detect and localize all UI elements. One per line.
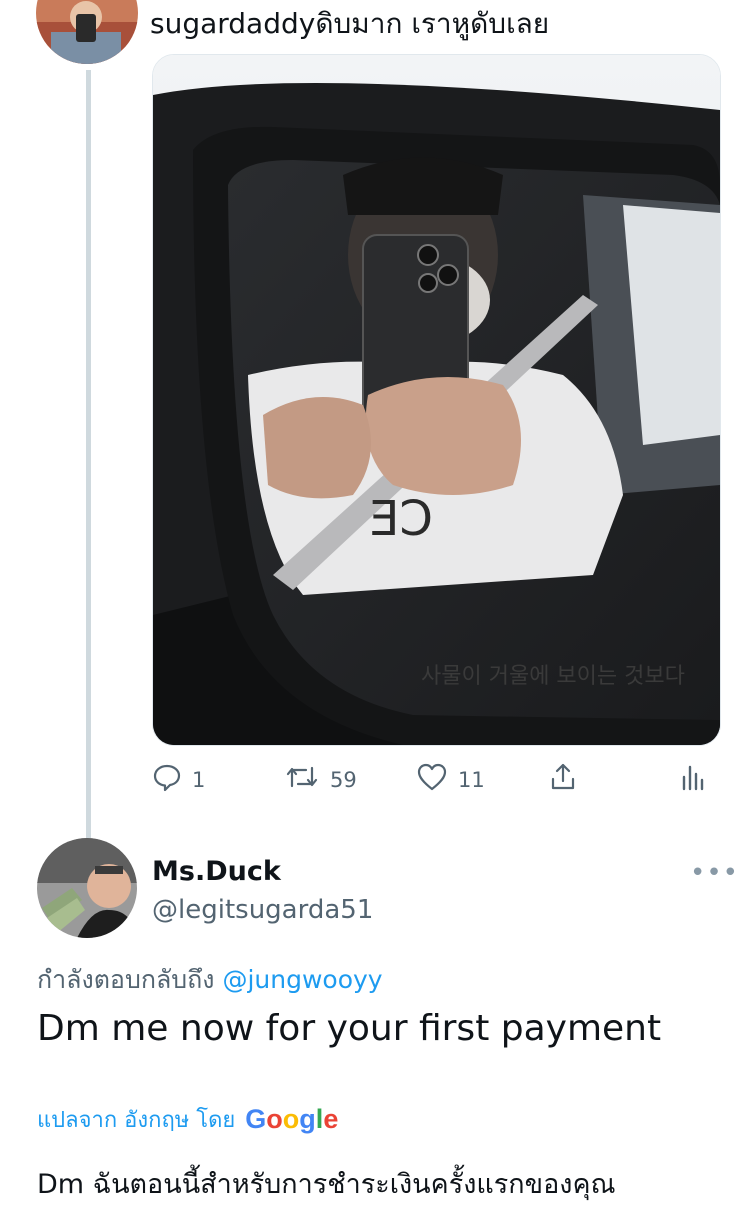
translate-link[interactable]: แปลจาก อังกฤษ โดย Google: [37, 1102, 338, 1137]
reply-display-name[interactable]: Ms.Duck: [152, 856, 281, 887]
retweet-action[interactable]: 59: [284, 762, 357, 797]
analytics-action[interactable]: [680, 762, 706, 797]
reply-action[interactable]: 1: [152, 762, 205, 797]
reply-text: Dm me now for your first payment: [37, 1008, 662, 1049]
reply-handle[interactable]: @legitsugarda51: [152, 895, 373, 925]
share-action[interactable]: [548, 762, 578, 797]
like-count: 11: [458, 767, 485, 792]
reply-count: 1: [192, 767, 206, 792]
retweet-count: 59: [330, 767, 357, 792]
like-icon: [416, 762, 448, 797]
analytics-icon: [680, 762, 706, 797]
reply-avatar[interactable]: [37, 838, 137, 938]
replying-to-mention[interactable]: @jungwooyy: [222, 965, 382, 994]
google-logo: Google: [245, 1104, 339, 1134]
reply-icon: [152, 762, 182, 797]
more-options-icon[interactable]: •••: [690, 858, 739, 888]
parent-avatar[interactable]: [36, 0, 138, 64]
retweet-icon: [284, 762, 320, 797]
replying-to: กำลังตอบกลับถึง @jungwooyy: [37, 960, 383, 1000]
share-icon: [548, 762, 578, 797]
translated-text: Dm ฉันตอนนี้สำหรับการชำระเงินครั้งแรกของ…: [37, 1169, 616, 1200]
thread-line: [86, 70, 91, 838]
tweet-text: sugardaddyดิบมาก เราหูดับเลย: [150, 7, 550, 40]
translate-label: แปลจาก อังกฤษ โดย: [37, 1108, 236, 1133]
mirror-warning-text: 사물이 거울에 보이는 것보다: [421, 664, 685, 689]
like-action[interactable]: 11: [416, 762, 485, 797]
shirt-text: CE: [369, 491, 433, 547]
tweet-media-image[interactable]: CE 사물이 거울에 보이는 것보다: [152, 54, 721, 746]
replying-to-label: กำลังตอบกลับถึง: [37, 965, 215, 994]
